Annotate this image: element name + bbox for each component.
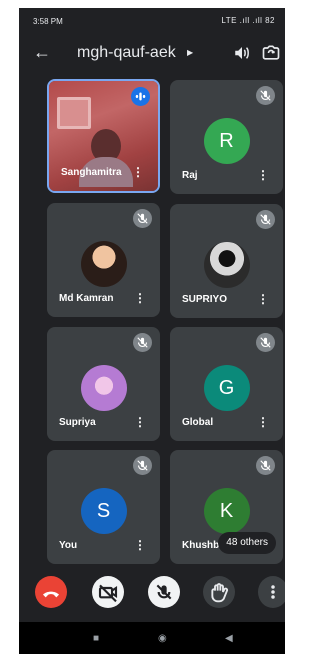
raise-hand-button[interactable] [203, 576, 235, 608]
participant-name: Supriya [59, 417, 96, 428]
status-icons: LTE .ıll .ıll 82 [221, 16, 275, 25]
mic-off-icon [133, 209, 152, 228]
recents-button[interactable]: ■ [93, 633, 99, 644]
more-vert-icon[interactable]: ⋮ [134, 538, 146, 552]
avatar-photo [80, 365, 127, 411]
speaker-icon[interactable] [233, 44, 251, 62]
chevron-right-icon[interactable]: ▶ [187, 48, 193, 57]
participant-tile[interactable]: R Raj ⋮ [170, 80, 283, 194]
participant-name: Md Kamran [59, 293, 114, 304]
more-vert-icon[interactable]: ⋮ [134, 415, 146, 429]
camera-off-icon [98, 584, 118, 603]
participant-name: Sanghamitra [61, 167, 122, 178]
meet-screen: 3:58 PM LTE .ıll .ıll 82 ← mgh-qauf-aek … [19, 8, 285, 654]
avatar-photo [203, 242, 250, 288]
participant-name: Raj [182, 170, 198, 181]
back-button[interactable]: ◀ [225, 633, 233, 644]
back-arrow-icon[interactable]: ← [33, 42, 51, 62]
more-options-button[interactable] [258, 576, 285, 608]
avatar-initial: G [203, 365, 250, 411]
more-vert-icon[interactable]: ⋮ [257, 168, 269, 182]
participant-tile[interactable]: G Global ⋮ [170, 327, 283, 441]
participant-name: You [59, 540, 78, 551]
end-call-button[interactable] [35, 576, 67, 608]
avatar-photo [80, 241, 127, 287]
status-time: 3:58 PM [33, 17, 63, 26]
participant-tile-video[interactable]: Sanghamitra ⋮ [47, 79, 160, 193]
mic-toggle-button[interactable] [148, 576, 180, 608]
speaking-indicator-icon [131, 87, 150, 106]
avatar-initial: R [203, 118, 250, 164]
mic-off-icon [133, 333, 152, 352]
status-bar: 3:58 PM LTE .ıll .ıll 82 [19, 8, 285, 34]
participant-tile-others[interactable]: K Khushb 48 others [170, 450, 283, 564]
more-vert-icon[interactable]: ⋮ [257, 292, 269, 306]
participant-name: Khushb [182, 540, 220, 551]
more-vert-icon[interactable]: ⋮ [257, 415, 269, 429]
more-vert-icon[interactable]: ⋮ [132, 165, 144, 179]
system-navigation-bar: ■ ◉ ◀ [19, 622, 285, 654]
more-vert-icon[interactable]: ⋮ [134, 291, 146, 305]
mic-off-icon [256, 86, 275, 105]
participant-name: Global [182, 417, 214, 428]
call-controls [19, 568, 285, 618]
window-in-video [57, 97, 91, 129]
mic-off-icon [156, 584, 172, 600]
avatar-initial: S [80, 488, 127, 534]
others-pill[interactable]: 48 others [218, 532, 276, 554]
participant-tile-self[interactable]: S You ⋮ [47, 450, 160, 564]
end-call-icon [43, 591, 59, 598]
switch-camera-icon[interactable] [261, 43, 281, 63]
participant-name: SUPRIYO [182, 294, 228, 305]
meeting-code[interactable]: mgh-qauf-aek [77, 44, 176, 62]
mic-off-icon [133, 456, 152, 475]
raise-hand-icon [211, 583, 229, 603]
participant-tile[interactable]: Supriya ⋮ [47, 327, 160, 441]
participant-tile[interactable]: SUPRIYO ⋮ [170, 204, 283, 318]
participant-tile[interactable]: Md Kamran ⋮ [47, 203, 160, 317]
camera-toggle-button[interactable] [92, 576, 124, 608]
mic-off-icon [256, 333, 275, 352]
mic-off-icon [256, 456, 275, 475]
app-bar: ← mgh-qauf-aek ▶ [19, 34, 285, 74]
home-button[interactable]: ◉ [158, 633, 167, 644]
avatar-initial: K [203, 488, 250, 534]
mic-off-icon [256, 210, 275, 229]
more-vert-icon [271, 585, 275, 599]
